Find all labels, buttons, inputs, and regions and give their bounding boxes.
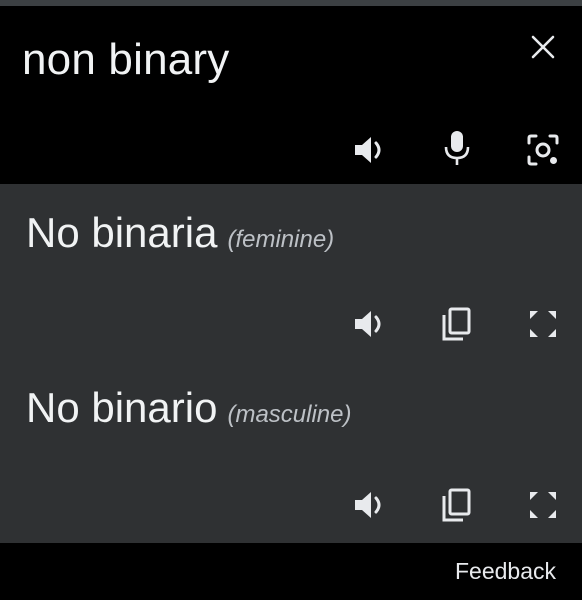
translation-word: No binario [26,384,218,431]
copy-translation-button[interactable] [436,304,476,344]
fullscreen-button[interactable] [523,485,563,525]
feedback-link[interactable]: Feedback [455,558,556,585]
speaker-icon [355,311,381,337]
camera-translate-button[interactable] [523,130,563,170]
source-text[interactable]: non binary [22,36,229,84]
translation-result-masculine: No binario (masculine) [0,359,582,543]
listen-translation-button[interactable] [351,304,391,344]
speaker-icon [355,492,381,518]
source-input-panel: non binary [0,6,582,184]
copy-translation-button[interactable] [436,485,476,525]
listen-translation-button[interactable] [351,485,391,525]
translation-text[interactable]: No binaria (feminine) [26,210,334,263]
copy-icon [442,488,471,522]
close-icon [531,35,555,59]
clear-button[interactable] [526,30,560,64]
copy-icon [442,307,471,341]
translation-word: No binaria [26,209,218,256]
gender-label: (feminine) [227,226,335,253]
voice-input-button[interactable] [437,128,477,168]
fullscreen-button[interactable] [523,304,563,344]
microphone-icon [444,131,470,165]
translation-text[interactable]: No binario (masculine) [26,385,351,438]
footer-bar: Feedback [0,543,582,600]
fullscreen-icon [530,492,556,518]
camera-lens-icon [527,134,559,166]
translation-result-feminine: No binaria (feminine) [0,184,582,359]
gender-label: (masculine) [227,401,352,428]
speaker-icon [355,137,381,163]
fullscreen-icon [530,311,556,337]
listen-source-button[interactable] [351,130,391,170]
